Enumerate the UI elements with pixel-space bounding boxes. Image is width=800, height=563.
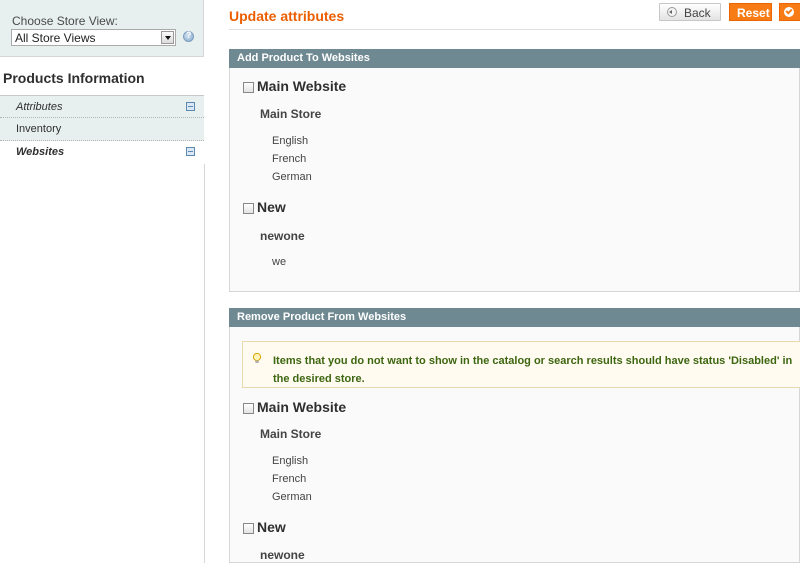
remove-section-header: Remove Product From Websites bbox=[229, 308, 800, 327]
notice-text: Items that you do not want to show in th… bbox=[273, 355, 793, 385]
store-group-name: newone bbox=[260, 548, 305, 562]
save-button[interactable] bbox=[779, 3, 800, 21]
add-new-website-checkbox[interactable] bbox=[243, 203, 254, 214]
page-title: Update attributes bbox=[229, 8, 345, 24]
sidebar-tabs: Attributes Inventory Websites bbox=[0, 95, 204, 164]
store-view-select[interactable]: All Store Views bbox=[11, 29, 176, 46]
sidebar-title: Products Information bbox=[3, 70, 145, 86]
back-button-label: Back bbox=[684, 6, 711, 20]
website-name: New bbox=[257, 519, 286, 535]
back-button[interactable]: Back bbox=[659, 3, 721, 21]
tab-attributes[interactable]: Attributes bbox=[0, 95, 204, 118]
store-switcher: Choose Store View: All Store Views bbox=[0, 0, 204, 57]
store-view-name: French bbox=[272, 473, 307, 485]
notice-message: Items that you do not want to show in th… bbox=[242, 341, 800, 388]
store-view-name: German bbox=[272, 171, 312, 183]
changed-icon bbox=[186, 102, 195, 111]
back-arrow-icon bbox=[667, 7, 677, 17]
store-view-name: French bbox=[272, 153, 307, 165]
store-group-name: Main Store bbox=[260, 107, 322, 121]
tab-websites[interactable]: Websites bbox=[0, 141, 204, 164]
store-view-name: German bbox=[272, 491, 312, 503]
tab-attributes-label: Attributes bbox=[16, 101, 63, 113]
store-group-name: Main Store bbox=[260, 427, 322, 441]
store-view-name: English bbox=[272, 135, 309, 147]
tab-inventory[interactable]: Inventory bbox=[0, 118, 204, 141]
reset-button[interactable]: Reset bbox=[729, 3, 772, 21]
add-main-website-checkbox[interactable] bbox=[243, 82, 254, 93]
changed-icon bbox=[186, 147, 195, 156]
website-name: Main Website bbox=[257, 399, 347, 415]
help-icon[interactable] bbox=[183, 30, 194, 42]
checkmark-icon bbox=[784, 7, 794, 17]
store-view-name: we bbox=[272, 256, 287, 268]
add-section-header: Add Product To Websites bbox=[229, 49, 800, 68]
reset-button-label: Reset bbox=[737, 6, 770, 20]
add-section-fieldset bbox=[229, 68, 800, 292]
sidebar-divider bbox=[204, 164, 205, 563]
chevron-down-icon[interactable] bbox=[161, 31, 174, 44]
lightbulb-icon bbox=[252, 353, 262, 363]
store-switcher-label: Choose Store View: bbox=[12, 14, 118, 28]
remove-new-website-checkbox[interactable] bbox=[243, 523, 254, 534]
website-name: Main Website bbox=[257, 78, 347, 94]
store-view-name: English bbox=[272, 455, 309, 467]
store-view-selected: All Store Views bbox=[15, 31, 96, 45]
website-name: New bbox=[257, 199, 286, 215]
remove-main-website-checkbox[interactable] bbox=[243, 403, 254, 414]
tab-websites-label: Websites bbox=[16, 146, 65, 158]
store-group-name: newone bbox=[260, 229, 305, 243]
sidebar: Choose Store View: All Store Views Produ… bbox=[0, 0, 205, 563]
tab-inventory-label: Inventory bbox=[16, 123, 62, 135]
header-divider bbox=[229, 29, 800, 30]
